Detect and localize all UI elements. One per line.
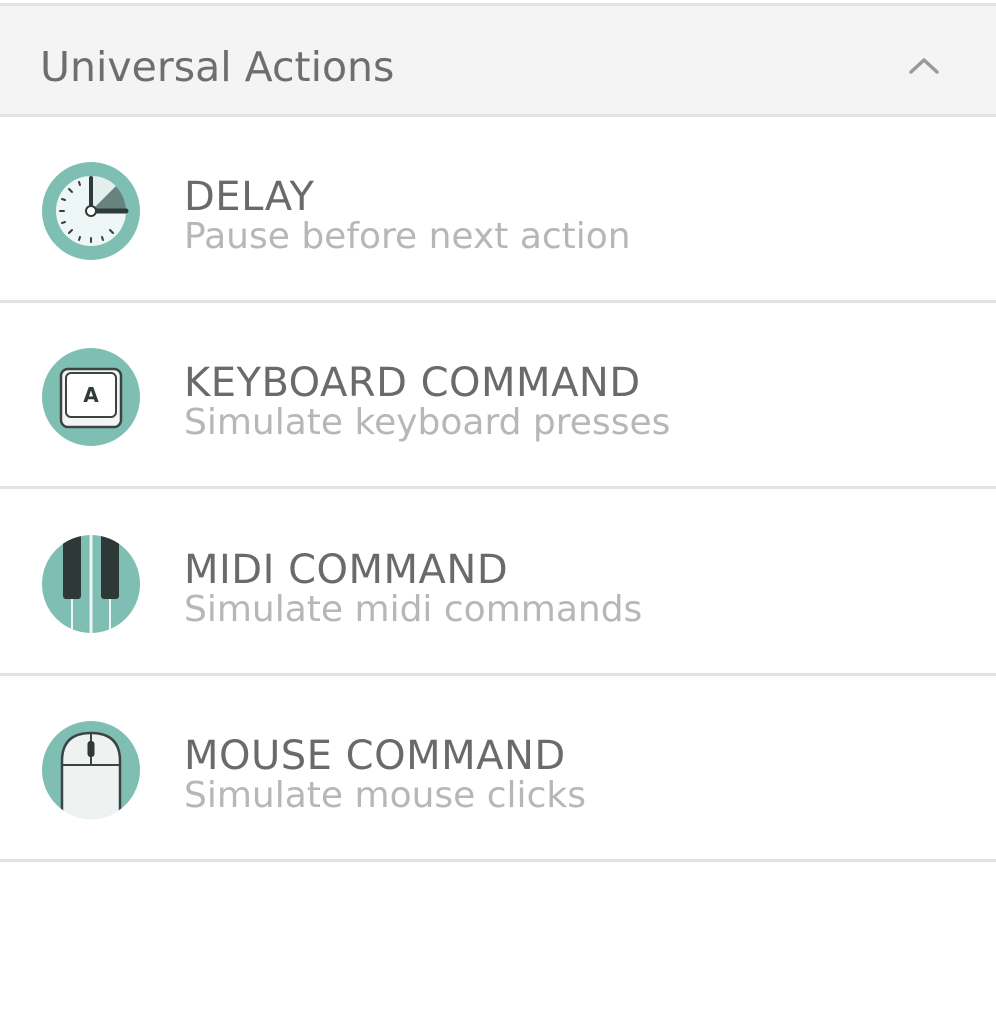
mouse-icon [42,721,140,819]
universal-actions-header[interactable]: Universal Actions [0,3,996,117]
action-description: Pause before next action [184,216,631,257]
universal-actions-panel: Universal Actions DELAY Pause before nex… [0,0,996,1024]
section-title: Universal Actions [40,43,395,91]
action-description: Simulate keyboard presses [184,402,671,443]
action-description: Simulate mouse clicks [184,775,586,816]
action-item-mouse-command[interactable]: MOUSE COMMAND Simulate mouse clicks [0,676,996,862]
action-description: Simulate midi commands [184,589,643,630]
action-title: MOUSE COMMAND [184,733,566,779]
action-item-delay[interactable]: DELAY Pause before next action [0,117,996,303]
action-item-midi-command[interactable]: MIDI COMMAND Simulate midi commands [0,490,996,676]
clock-icon [42,162,140,260]
chevron-up-icon[interactable] [904,50,944,80]
action-title: MIDI COMMAND [184,547,509,593]
action-title: DELAY [184,174,315,220]
action-item-keyboard-command[interactable]: A KEYBOARD COMMAND Simulate keyboard pre… [0,303,996,489]
keyboard-key-icon: A [42,348,140,446]
piano-keys-icon [42,535,140,633]
action-title: KEYBOARD COMMAND [184,360,641,406]
key-letter: A [83,383,99,407]
